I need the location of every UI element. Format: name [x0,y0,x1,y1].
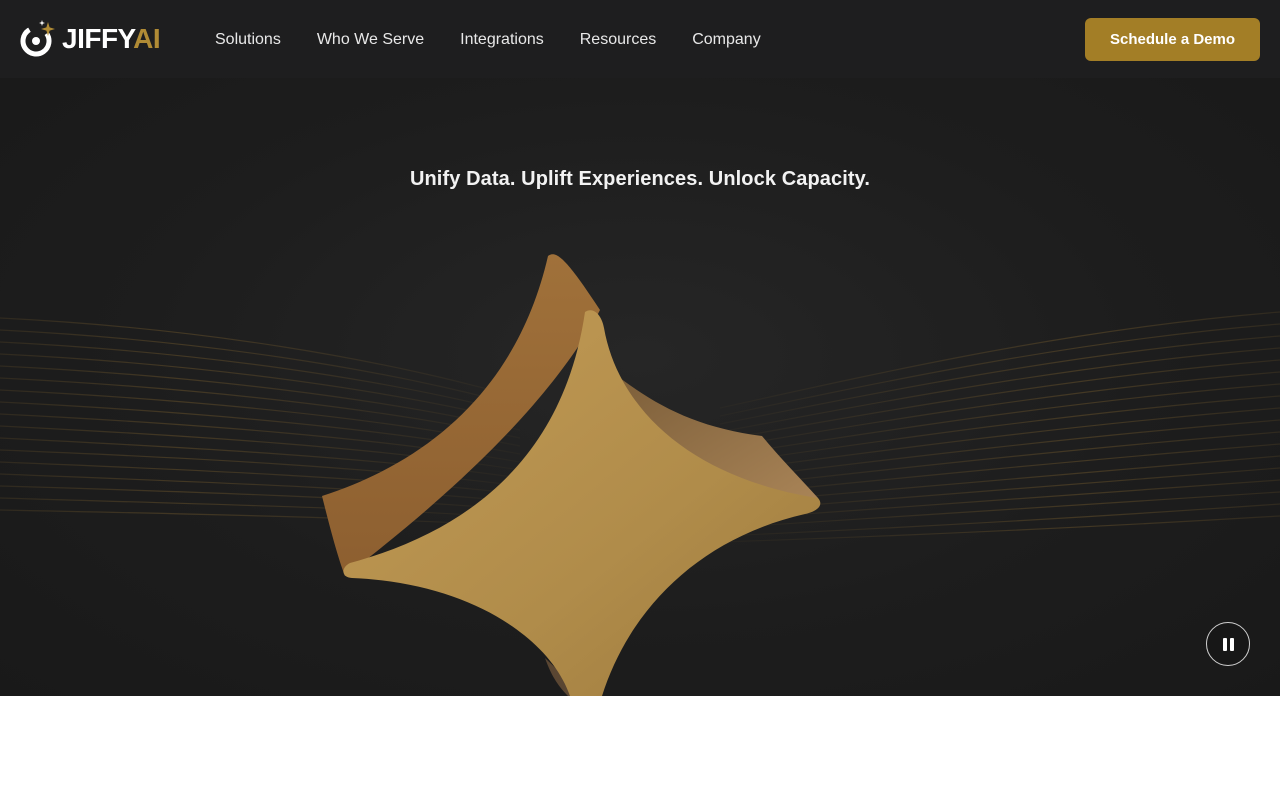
jiffy-spark-logo-icon [20,20,55,57]
content-area-below-hero [0,696,1280,800]
nav-who-we-serve[interactable]: Who We Serve [317,29,424,51]
gold-star-shape [322,254,821,696]
site-header: JIFFYAI Solutions Who We Serve Integrati… [0,0,1280,78]
nav-solutions[interactable]: Solutions [215,29,281,51]
nav-resources[interactable]: Resources [580,29,656,51]
jiffy-ai-logo[interactable]: JIFFYAI [20,20,161,58]
logo-accent: AI [133,23,161,54]
logo-word: JIFFY [62,23,134,54]
hero-tagline: Unify Data. Uplift Experiences. Unlock C… [409,168,871,190]
schedule-demo-button[interactable]: Schedule a Demo [1085,18,1260,61]
main-nav: Solutions Who We Serve Integrations Reso… [215,29,797,51]
hero-section: Unify Data. Uplift Experiences. Unlock C… [0,78,1280,696]
pause-animation-button[interactable] [1206,622,1250,666]
nav-integrations[interactable]: Integrations [460,29,544,51]
nav-company[interactable]: Company [692,29,760,51]
logo-wordmark: JIFFYAI [62,20,161,58]
